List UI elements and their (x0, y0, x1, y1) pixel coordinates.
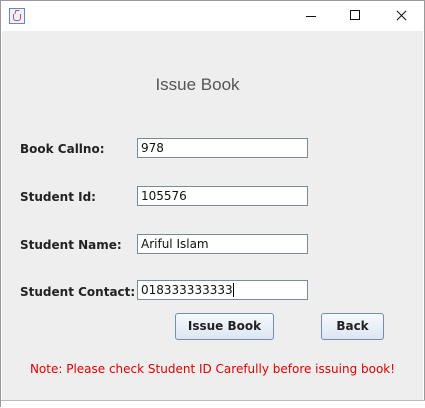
back-button[interactable]: Back (321, 313, 384, 340)
text-caret (232, 283, 234, 297)
minimize-button[interactable] (288, 1, 334, 31)
warning-note: Note: Please check Student ID Carefully … (29, 362, 396, 376)
student-contact-label: Student Contact: (20, 285, 136, 299)
minimize-icon (306, 16, 316, 17)
book-callno-field[interactable]: 978 (137, 138, 308, 158)
issue-book-window: Issue Book Book Callno: 978 Student Id: … (0, 0, 425, 408)
maximize-icon (350, 10, 360, 20)
student-contact-value: 018333333333 (141, 283, 233, 297)
java-app-icon (9, 8, 25, 24)
page-title: Issue Book (155, 75, 240, 94)
form-panel: Issue Book Book Callno: 978 Student Id: … (2, 31, 423, 400)
student-name-field[interactable]: Ariful Islam (137, 234, 308, 254)
student-contact-field[interactable]: 018333333333 (137, 280, 308, 300)
student-id-field[interactable]: 105576 (137, 186, 308, 206)
student-name-label: Student Name: (20, 238, 122, 252)
title-bar[interactable] (1, 1, 424, 31)
student-id-label: Student Id: (20, 190, 96, 204)
issue-book-button[interactable]: Issue Book (175, 313, 274, 340)
book-callno-label: Book Callno: (20, 142, 105, 156)
maximize-button[interactable] (332, 1, 378, 31)
close-button[interactable] (378, 1, 424, 31)
